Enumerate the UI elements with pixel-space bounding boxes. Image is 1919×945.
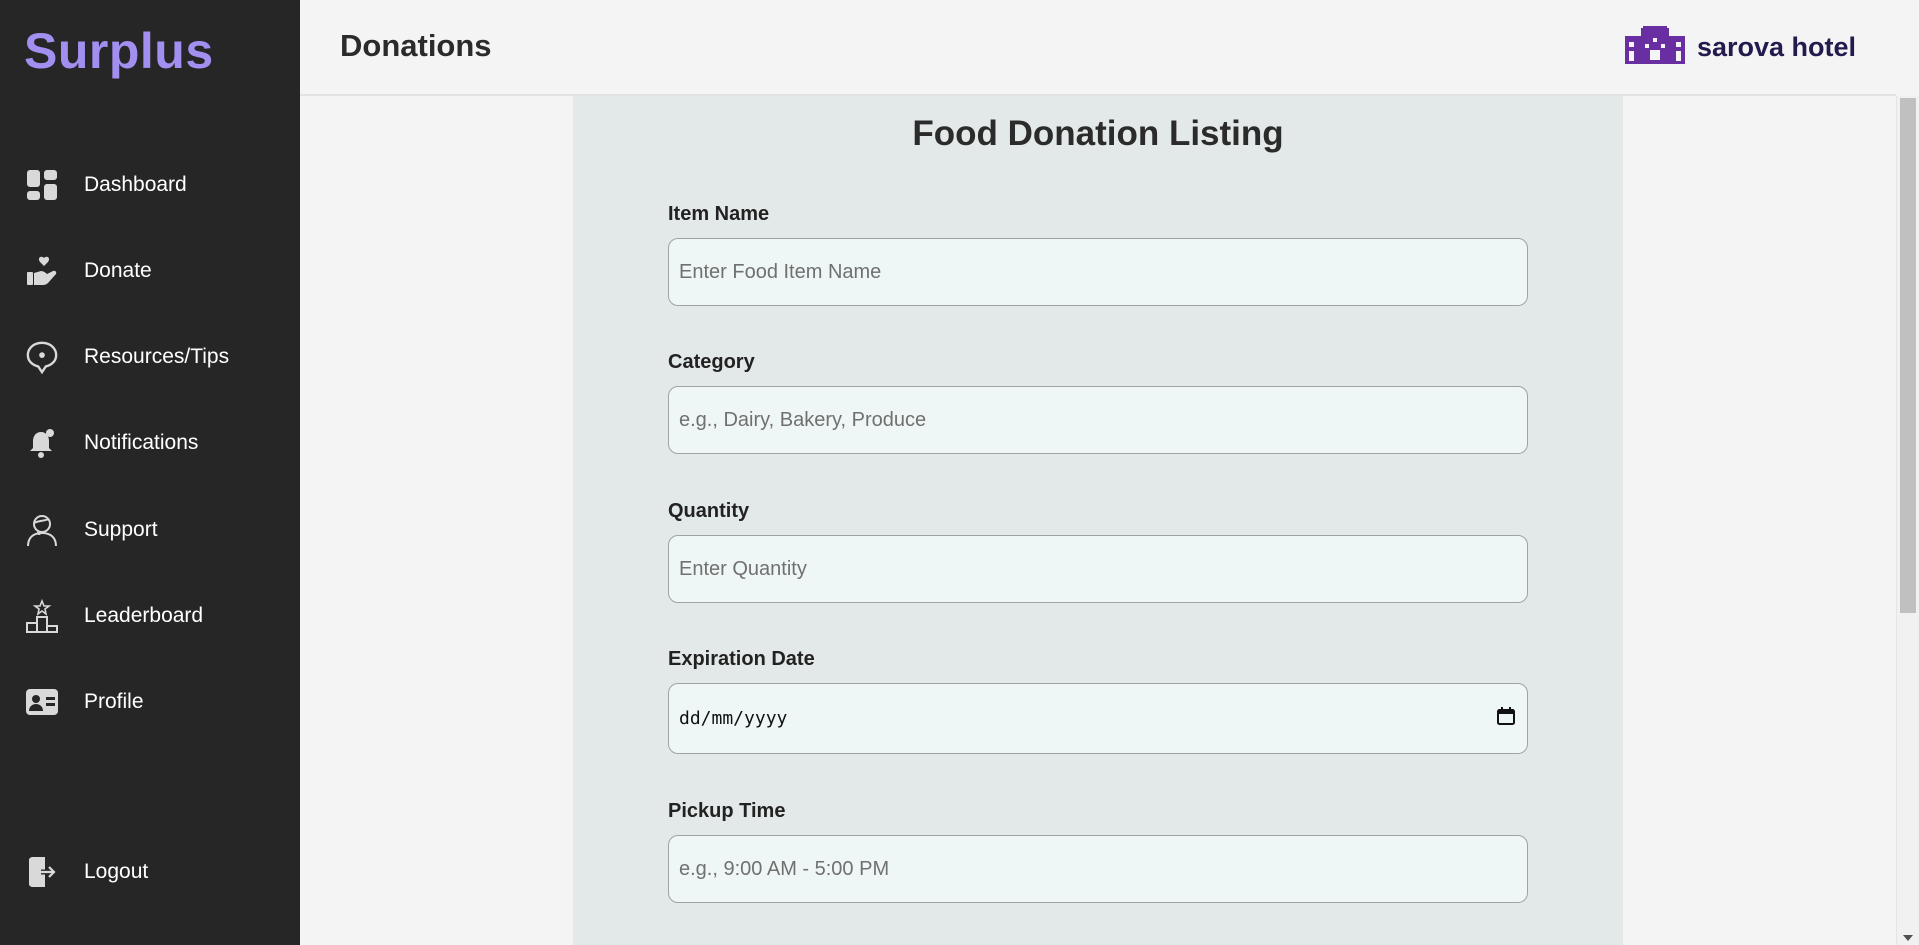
dashboard-icon: [25, 168, 59, 202]
sidebar-item-notifications[interactable]: Notifications: [0, 413, 300, 473]
donation-form: Food Donation Listing Item Name Category…: [573, 96, 1623, 945]
form-title: Food Donation Listing: [912, 114, 1284, 153]
hotel-name: sarova hotel: [1696, 32, 1856, 62]
brand-logo[interactable]: Surplus: [24, 22, 214, 80]
expiration-date-label: Expiration Date: [668, 648, 815, 670]
sidebar-item-label: Profile: [84, 690, 144, 713]
sidebar-item-dashboard[interactable]: Dashboard: [0, 155, 300, 215]
profile-icon: [25, 685, 59, 719]
sidebar-item-support[interactable]: Support: [0, 500, 300, 560]
leaderboard-icon: [25, 599, 59, 633]
logout-button[interactable]: Logout: [0, 842, 300, 902]
scroll-down-arrow-icon[interactable]: [1903, 935, 1913, 941]
sidebar-item-label: Resources/Tips: [84, 345, 230, 368]
pickup-time-label: Pickup Time: [668, 800, 786, 822]
resources-icon: [25, 340, 59, 375]
sidebar-item-profile[interactable]: Profile: [0, 672, 300, 732]
hotel-icon: [1624, 26, 1685, 69]
sidebar-item-label: Donate: [84, 259, 152, 282]
support-icon: [25, 513, 59, 547]
logout-icon: [25, 855, 59, 889]
sidebar-item-label: Leaderboard: [84, 604, 204, 627]
category-input[interactable]: [668, 386, 1528, 454]
sidebar: Surplus Dashboard Donate Resources/Tips …: [0, 0, 300, 945]
sidebar-item-label: Support: [84, 518, 158, 541]
top-bar: Donations sarova hotel: [300, 0, 1896, 96]
logout-label: Logout: [84, 860, 149, 883]
sidebar-item-donate[interactable]: Donate: [0, 241, 300, 301]
donate-icon: [25, 254, 59, 288]
quantity-label: Quantity: [668, 500, 750, 522]
expiration-date-input[interactable]: dd/mm/yyyy: [668, 683, 1528, 754]
item-name-label: Item Name: [668, 203, 770, 225]
hotel-profile[interactable]: sarova hotel: [1624, 26, 1856, 69]
category-label: Category: [668, 351, 755, 373]
sidebar-item-resources[interactable]: Resources/Tips: [0, 327, 300, 387]
scrollbar[interactable]: [1896, 96, 1919, 945]
sidebar-item-label: Dashboard: [84, 173, 187, 196]
notifications-icon: [25, 426, 59, 460]
sidebar-item-leaderboard[interactable]: Leaderboard: [0, 586, 300, 646]
calendar-icon[interactable]: [1497, 706, 1515, 731]
item-name-input[interactable]: [668, 238, 1528, 306]
page-title: Donations: [340, 28, 492, 63]
pickup-time-input[interactable]: [668, 835, 1528, 903]
sidebar-item-label: Notifications: [84, 431, 199, 454]
quantity-input[interactable]: [668, 535, 1528, 603]
date-placeholder: dd/mm/yyyy: [679, 708, 788, 729]
scrollbar-thumb[interactable]: [1900, 98, 1916, 613]
